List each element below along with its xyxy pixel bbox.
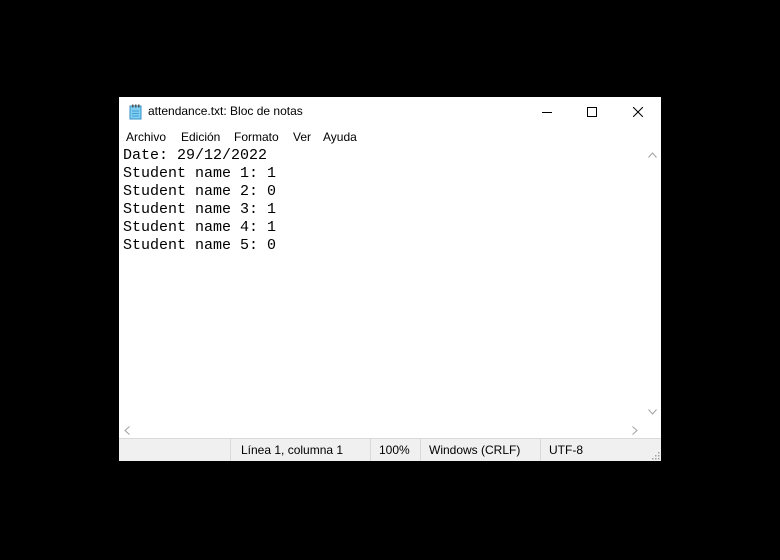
notepad-window: attendance.txt: Bloc de notas Archivo Ed… xyxy=(119,97,661,461)
window-title: attendance.txt: Bloc de notas xyxy=(148,104,303,118)
menu-archivo[interactable]: Archivo xyxy=(126,130,166,144)
menu-ver[interactable]: Ver xyxy=(293,130,311,144)
minimize-icon xyxy=(542,112,552,113)
editor-line: Date: 29/12/2022 xyxy=(123,147,268,164)
menu-formato[interactable]: Formato xyxy=(234,130,279,144)
editor-line: Student name 4: 1 xyxy=(123,219,277,236)
editor-line: Student name 5: 0 xyxy=(123,237,277,254)
maximize-icon xyxy=(587,107,597,117)
minimize-button[interactable] xyxy=(524,97,570,127)
scroll-left-arrow-icon[interactable] xyxy=(124,426,130,435)
status-position: Línea 1, columna 1 xyxy=(230,439,371,461)
vertical-scrollbar[interactable] xyxy=(644,147,661,422)
status-encoding: UTF-8 xyxy=(540,439,650,461)
close-button[interactable] xyxy=(615,97,661,127)
scroll-down-arrow-icon[interactable] xyxy=(648,409,657,415)
maximize-button[interactable] xyxy=(569,97,615,127)
notepad-icon xyxy=(129,104,143,120)
status-bar: Línea 1, columna 1 100% Windows (CRLF) U… xyxy=(119,438,661,461)
editor-line: Student name 2: 0 xyxy=(123,183,277,200)
title-bar[interactable]: attendance.txt: Bloc de notas xyxy=(119,97,661,127)
status-line-ending: Windows (CRLF) xyxy=(420,439,540,461)
menu-edicion[interactable]: Edición xyxy=(181,130,220,144)
horizontal-scrollbar[interactable] xyxy=(119,422,644,438)
editor-line: Student name 1: 1 xyxy=(123,165,277,182)
editor-line: Student name 3: 1 xyxy=(123,201,277,218)
scrollbar-corner xyxy=(644,422,661,438)
resize-grip-icon[interactable] xyxy=(650,450,660,460)
menu-ayuda[interactable]: Ayuda xyxy=(323,130,357,144)
scroll-right-arrow-icon[interactable] xyxy=(632,426,638,435)
text-editor[interactable]: Date: 29/12/2022 Student name 1: 1 Stude… xyxy=(119,147,644,422)
menu-bar: Archivo Edición Formato Ver Ayuda xyxy=(119,127,661,147)
status-zoom: 100% xyxy=(370,439,420,461)
scroll-up-arrow-icon[interactable] xyxy=(648,152,657,158)
close-icon xyxy=(633,107,643,117)
